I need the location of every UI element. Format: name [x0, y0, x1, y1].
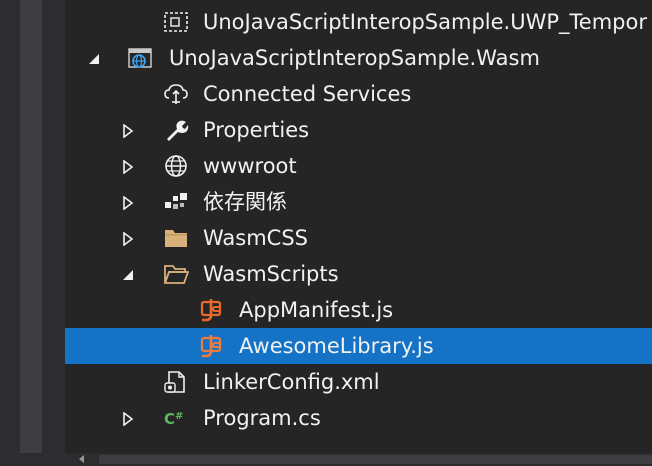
tree-item-program-cs[interactable]: C # Program.cs: [65, 400, 652, 436]
tree-item-label: Connected Services: [203, 82, 412, 106]
tree-item-label: LinkerConfig.xml: [203, 370, 380, 394]
wrench-icon: [163, 118, 189, 142]
collapsed-arrow-icon[interactable]: [121, 123, 135, 139]
tree-item-label: UnoJavaScriptInteropSample.Wasm: [169, 46, 540, 70]
cloud-services-icon: [163, 82, 189, 106]
tree-item-label: Properties: [203, 118, 310, 142]
tree-item-label: WasmScripts: [203, 262, 339, 286]
tree-item-wwwroot[interactable]: wwwroot: [65, 148, 652, 184]
collapsed-arrow-icon[interactable]: [121, 159, 135, 175]
tree-item-label: wwwroot: [203, 154, 297, 178]
tree-item-uwp-project[interactable]: UnoJavaScriptInteropSample.UWP_Tempor: [65, 4, 652, 40]
tree-item-appmanifest-js[interactable]: AppManifest.js: [65, 292, 652, 328]
svg-text:C: C: [164, 410, 175, 428]
collapsed-arrow-icon[interactable]: [121, 411, 135, 427]
js-file-icon: [199, 298, 225, 322]
js-file-icon: [199, 334, 225, 358]
vertical-scrollbar[interactable]: [20, 0, 42, 453]
tree-item-label: 依存関係: [203, 190, 287, 214]
temp-project-icon: [163, 10, 189, 34]
globe-icon: [163, 154, 189, 178]
collapsed-arrow-icon[interactable]: [121, 195, 135, 211]
svg-text:#: #: [175, 411, 183, 422]
tree-item-wasmcss[interactable]: WasmCSS: [65, 220, 652, 256]
tree-item-linkerconfig-xml[interactable]: LinkerConfig.xml: [65, 364, 652, 400]
tree-item-label: AwesomeLibrary.js: [239, 334, 434, 358]
tree-item-connected-services[interactable]: Connected Services: [65, 76, 652, 112]
left-margin-strip: [0, 0, 65, 466]
tree-item-label: AppManifest.js: [239, 298, 394, 322]
tree-item-label: Program.cs: [203, 406, 321, 430]
collapsed-arrow-icon[interactable]: [121, 231, 135, 247]
tree-item-wasmscripts[interactable]: WasmScripts: [65, 256, 652, 292]
horizontal-scrollbar[interactable]: [65, 453, 652, 466]
expanded-arrow-icon[interactable]: [121, 267, 135, 281]
web-project-icon: [127, 46, 153, 70]
tree-item-wasm-project[interactable]: UnoJavaScriptInteropSample.Wasm: [65, 40, 652, 76]
tree-item-properties[interactable]: Properties: [65, 112, 652, 148]
folder-icon: [163, 226, 189, 250]
solution-explorer-tree: UnoJavaScriptInteropSample.UWP_Tempor Un…: [65, 0, 652, 453]
scroll-left-arrow-icon[interactable]: [79, 455, 84, 463]
dependencies-icon: [163, 190, 189, 214]
horizontal-scrollbar-thumb[interactable]: [99, 455, 652, 464]
expanded-arrow-icon[interactable]: [87, 51, 101, 65]
tree-item-label: UnoJavaScriptInteropSample.UWP_Tempor: [203, 10, 647, 34]
xml-file-icon: [163, 370, 189, 394]
tree-item-dependencies[interactable]: 依存関係: [65, 184, 652, 220]
tree-item-awesomelibrary-js[interactable]: AwesomeLibrary.js: [65, 328, 652, 364]
folder-open-icon: [163, 262, 190, 286]
tree-item-label: WasmCSS: [203, 226, 309, 250]
csharp-file-icon: C #: [163, 406, 189, 430]
